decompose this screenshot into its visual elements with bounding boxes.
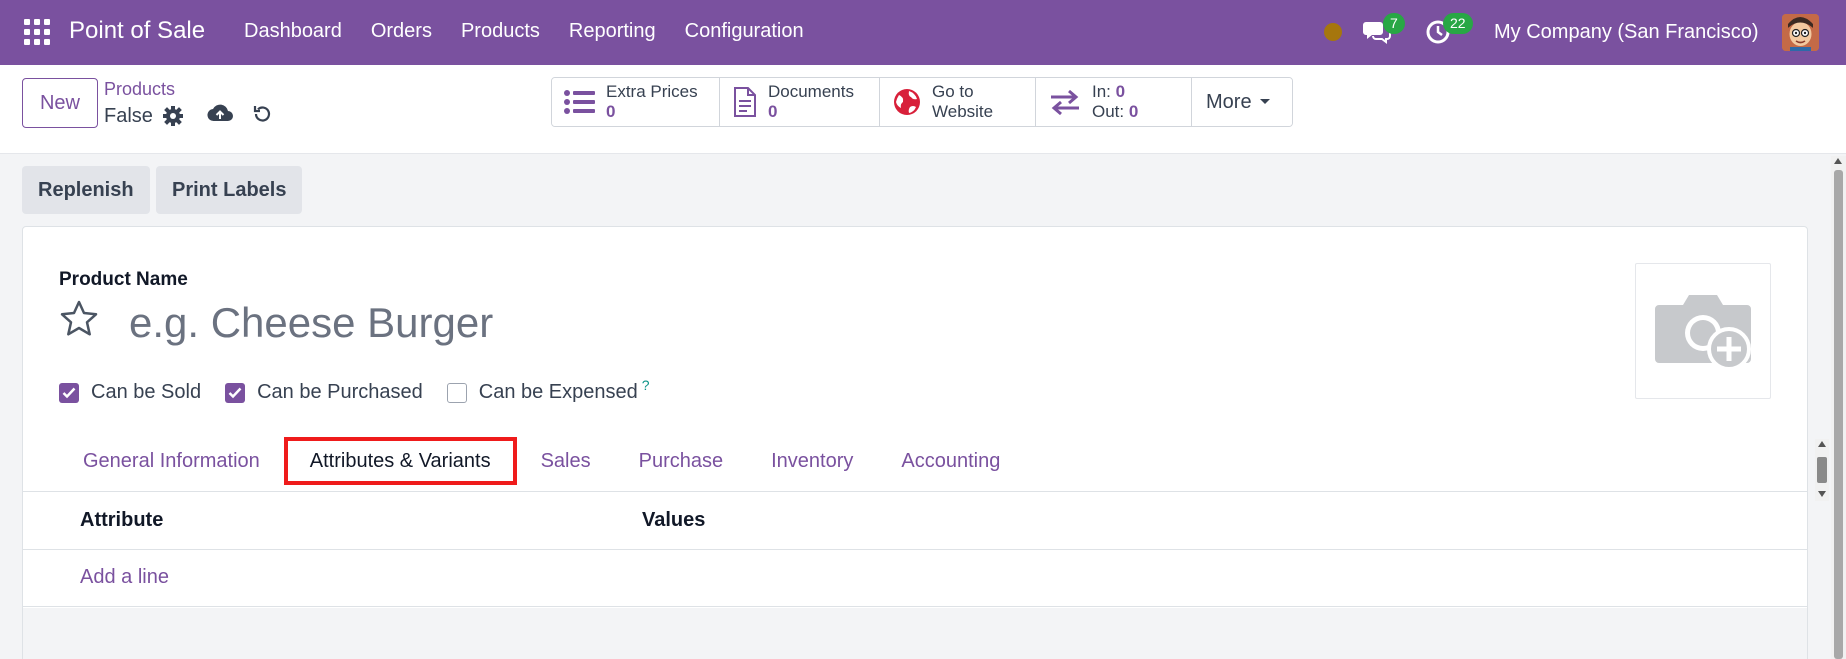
- scroll-down-icon[interactable]: [1818, 491, 1826, 497]
- smart-buttons: Extra Prices0 Documents0 Go toWebsite: [551, 77, 1293, 127]
- tab-sales[interactable]: Sales: [517, 437, 615, 485]
- record-name: False: [104, 105, 153, 127]
- product-image-upload[interactable]: [1635, 263, 1771, 399]
- control-panel: New Products False Extra Prices 0 Docume…: [0, 65, 1846, 154]
- out-label: Out:: [1092, 102, 1125, 121]
- user-avatar[interactable]: [1782, 14, 1819, 51]
- menu-configuration[interactable]: Configuration: [685, 20, 804, 43]
- table-footer-area: [23, 608, 1807, 659]
- top-navbar: Point of Sale Dashboard Orders Products …: [0, 0, 1846, 65]
- caret-down-icon: [1259, 99, 1270, 104]
- extra-prices-value: 0: [606, 102, 616, 121]
- can-be-sold-label: Can be Sold: [91, 381, 202, 403]
- documents-value: 0: [768, 102, 778, 121]
- page-scroll-thumb[interactable]: [1834, 170, 1843, 659]
- new-button[interactable]: New: [22, 78, 98, 128]
- can-be-purchased-checkbox[interactable]: Can be Purchased: [225, 381, 423, 404]
- column-attribute[interactable]: Attribute: [80, 509, 163, 532]
- help-tooltip-icon[interactable]: ?: [642, 377, 650, 393]
- in-label: In:: [1092, 82, 1111, 101]
- gear-icon[interactable]: [162, 105, 184, 132]
- camera-add-icon: [1655, 295, 1751, 371]
- extra-prices-label: Extra Prices: [606, 82, 698, 101]
- tab-inventory[interactable]: Inventory: [747, 437, 877, 485]
- notebook-tabs: General Information Attributes & Variant…: [59, 437, 1024, 485]
- discard-icon[interactable]: [252, 104, 272, 129]
- column-values[interactable]: Values: [642, 509, 705, 532]
- product-name-input[interactable]: [129, 299, 1029, 347]
- go-to-label-2: Website: [932, 102, 994, 121]
- product-name-label: Product Name: [59, 269, 188, 290]
- can-be-expensed-label: Can be Expensed: [478, 381, 638, 403]
- save-cloud-icon[interactable]: [207, 103, 233, 130]
- check-icon[interactable]: [225, 382, 246, 403]
- list-icon: [564, 90, 595, 114]
- in-out-moves-button[interactable]: In: 0 Out: 0: [1036, 78, 1192, 126]
- tab-attributes-variants[interactable]: Attributes & Variants: [283, 437, 517, 485]
- menu-products[interactable]: Products: [461, 20, 540, 43]
- tabs-scrollbar[interactable]: [1815, 439, 1829, 501]
- tab-purchase[interactable]: Purchase: [615, 437, 748, 485]
- check-icon[interactable]: [59, 382, 79, 403]
- product-form-sheet: Product Name Can be Sold Can be Purchase…: [22, 226, 1829, 659]
- documents-label: Documents: [768, 82, 854, 101]
- main-menu: Dashboard Orders Products Reporting Conf…: [244, 20, 804, 43]
- chat-count-badge: 7: [1383, 13, 1405, 34]
- more-dropdown-button[interactable]: More: [1192, 78, 1292, 126]
- breadcrumb-products[interactable]: Products: [104, 79, 175, 100]
- company-switcher[interactable]: My Company (San Francisco): [1494, 21, 1759, 44]
- menu-dashboard[interactable]: Dashboard: [244, 20, 342, 43]
- unchecked-box-icon[interactable]: [446, 382, 467, 403]
- menu-reporting[interactable]: Reporting: [569, 20, 656, 43]
- apps-menu-icon[interactable]: [24, 19, 50, 45]
- page-scrollbar[interactable]: [1831, 156, 1846, 659]
- add-a-line-link[interactable]: Add a line: [80, 566, 169, 589]
- documents-button[interactable]: Documents 0: [720, 78, 880, 126]
- extra-prices-button[interactable]: Extra Prices 0: [552, 78, 720, 126]
- product-flags: Can be Sold Can be Purchased Can be Expe…: [59, 377, 674, 404]
- page-scroll-up-icon[interactable]: [1834, 158, 1842, 164]
- document-icon: [734, 87, 756, 117]
- attributes-table-header: Attribute Values: [23, 492, 1807, 550]
- can-be-purchased-label: Can be Purchased: [257, 381, 423, 403]
- scroll-thumb[interactable]: [1817, 457, 1827, 483]
- app-name[interactable]: Point of Sale: [69, 17, 205, 45]
- exchange-arrows-icon: [1051, 89, 1079, 116]
- go-to-website-button[interactable]: Go to Website: [880, 78, 1036, 126]
- scroll-up-icon[interactable]: [1818, 441, 1826, 447]
- more-label: More: [1206, 90, 1252, 113]
- tab-general-information[interactable]: General Information: [59, 437, 284, 485]
- go-to-label-1: Go to: [932, 82, 974, 101]
- tab-accounting[interactable]: Accounting: [877, 437, 1024, 485]
- menu-orders[interactable]: Orders: [371, 20, 432, 43]
- in-value: 0: [1115, 82, 1126, 101]
- can-be-expensed-checkbox[interactable]: Can be Expensed ?: [446, 377, 650, 404]
- can-be-sold-checkbox[interactable]: Can be Sold: [59, 381, 201, 404]
- out-value: 0: [1128, 102, 1139, 121]
- table-row: Add a line: [23, 550, 1807, 607]
- replenish-button[interactable]: Replenish: [22, 166, 150, 214]
- favorite-star-icon[interactable]: [59, 299, 99, 344]
- activity-count-badge: 22: [1443, 13, 1473, 34]
- print-labels-button[interactable]: Print Labels: [156, 166, 303, 214]
- globe-icon: [894, 89, 920, 115]
- status-dot-icon[interactable]: [1324, 23, 1342, 41]
